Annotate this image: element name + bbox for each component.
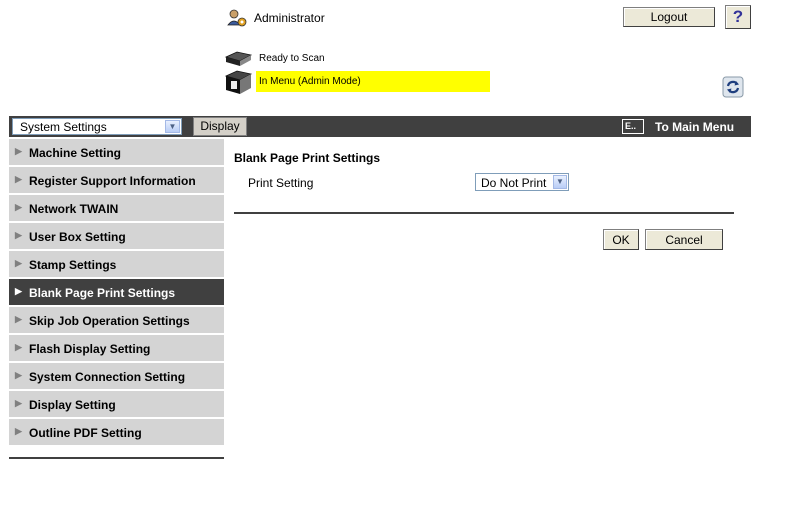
sidebar-item-label: Register Support Information — [29, 174, 196, 188]
sidebar-item-flash-display[interactable]: ▶ Flash Display Setting — [9, 335, 224, 361]
sidebar-item-blank-page-print[interactable]: ▶ Blank Page Print Settings — [9, 279, 224, 305]
sidebar-item-stamp-settings[interactable]: ▶ Stamp Settings — [9, 251, 224, 277]
sidebar-item-label: Skip Job Operation Settings — [29, 314, 190, 328]
help-button[interactable]: ? — [725, 5, 751, 29]
triangle-right-icon: ▶ — [15, 370, 22, 380]
main-menu-icon[interactable]: E.. — [622, 119, 644, 134]
sidebar-item-outline-pdf[interactable]: ▶ Outline PDF Setting — [9, 419, 224, 445]
to-main-menu-link[interactable]: To Main Menu — [655, 120, 734, 134]
sidebar-item-user-box[interactable]: ▶ User Box Setting — [9, 223, 224, 249]
sidebar-item-label: Blank Page Print Settings — [29, 286, 176, 300]
sidebar-item-machine-setting[interactable]: ▶ Machine Setting — [9, 139, 224, 165]
triangle-right-icon: ▶ — [15, 398, 22, 408]
sidebar-item-label: Flash Display Setting — [29, 342, 151, 356]
mode-status-text: In Menu (Admin Mode) — [259, 76, 361, 87]
triangle-right-icon: ▶ — [15, 426, 22, 436]
display-button[interactable]: Display — [193, 117, 247, 136]
sidebar-item-label: System Connection Setting — [29, 370, 186, 384]
triangle-right-icon: ▶ — [15, 146, 22, 156]
sidebar-item-label: Display Setting — [29, 398, 116, 412]
page-title: Blank Page Print Settings — [234, 151, 381, 165]
print-setting-value: Do Not Print — [481, 176, 547, 190]
triangle-right-icon: ▶ — [15, 342, 22, 352]
user-role-label: Administrator — [254, 11, 325, 25]
cancel-button[interactable]: Cancel — [645, 229, 723, 250]
content-divider — [234, 212, 734, 214]
sidebar-item-label: Stamp Settings — [29, 258, 117, 272]
scanner-status-text: Ready to Scan — [259, 53, 325, 64]
print-setting-label: Print Setting — [248, 176, 314, 190]
sidebar-item-label: User Box Setting — [29, 230, 126, 244]
sidebar-item-display-setting[interactable]: ▶ Display Setting — [9, 391, 224, 417]
admin-user-icon — [227, 9, 247, 27]
sidebar-item-register-support[interactable]: ▶ Register Support Information — [9, 167, 224, 193]
scanner-menu-icon — [224, 70, 253, 94]
print-setting-select[interactable]: Do Not Print ▼ — [475, 173, 569, 191]
ok-button[interactable]: OK — [603, 229, 639, 250]
settings-category-value: System Settings — [20, 120, 107, 134]
triangle-right-icon: ▶ — [15, 258, 22, 268]
sidebar-item-label: Outline PDF Setting — [29, 426, 142, 440]
triangle-right-icon: ▶ — [15, 286, 22, 296]
triangle-right-icon: ▶ — [15, 202, 22, 212]
triangle-right-icon: ▶ — [15, 314, 22, 324]
refresh-icon[interactable] — [722, 76, 744, 98]
settings-category-select[interactable]: System Settings ▼ — [12, 118, 182, 135]
logout-button[interactable]: Logout — [623, 7, 715, 27]
sidebar-item-network-twain[interactable]: ▶ Network TWAIN — [9, 195, 224, 221]
scanner-icon — [224, 51, 253, 66]
sidebar-item-label: Machine Setting — [29, 146, 122, 160]
sidebar-item-label: Network TWAIN — [29, 202, 119, 216]
chevron-down-icon: ▼ — [165, 120, 180, 133]
triangle-right-icon: ▶ — [15, 174, 22, 184]
sidebar-item-skip-job[interactable]: ▶ Skip Job Operation Settings — [9, 307, 224, 333]
sidebar-item-system-connection[interactable]: ▶ System Connection Setting — [9, 363, 224, 389]
sidebar-divider — [9, 457, 224, 459]
triangle-right-icon: ▶ — [15, 230, 22, 240]
chevron-down-icon: ▼ — [553, 175, 567, 189]
